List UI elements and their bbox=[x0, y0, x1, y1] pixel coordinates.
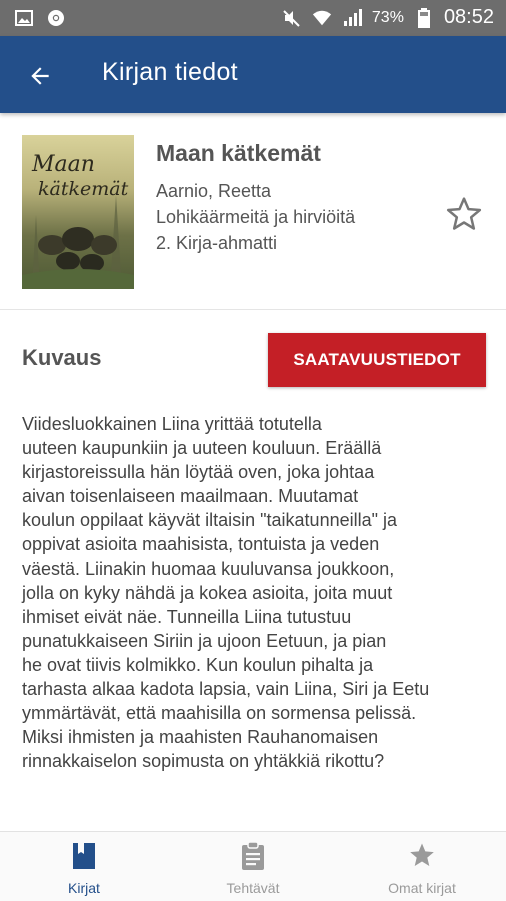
wifi-icon bbox=[312, 8, 332, 28]
availability-button[interactable]: SAATAVUUSTIEDOT bbox=[268, 333, 486, 387]
book-series: Lohikäärmeitä ja hirviöitä bbox=[156, 207, 356, 227]
clipboard-icon bbox=[242, 841, 264, 870]
gallery-icon bbox=[14, 8, 34, 28]
bottom-navigation: Kirjat Tehtävät Omat kirjat bbox=[0, 831, 506, 901]
description-line: kirjastoreissulla hän löytää oven, joka … bbox=[22, 462, 375, 483]
book-series-volume: 2. Kirja-ahmatti bbox=[156, 233, 278, 253]
description-line: koulun oppilaat käyvät iltaisin "taikatu… bbox=[22, 510, 398, 531]
battery-icon bbox=[414, 7, 434, 28]
mute-icon bbox=[282, 8, 302, 28]
description-line: Viidesluokkainen Liina yrittää totutella bbox=[22, 414, 322, 434]
star-icon bbox=[410, 843, 434, 866]
nav-label-tehtavat: Tehtävät bbox=[226, 880, 280, 896]
description-line: rinnakkaiselon sopimusta on yhtäkkiä rik… bbox=[22, 751, 385, 772]
description-line: tarhasta alkaa kadota lapsia, vain Liina… bbox=[22, 679, 430, 700]
book-author: Aarnio, Reetta bbox=[156, 181, 272, 201]
nav-item-omat-kirjat[interactable]: Omat kirjat bbox=[338, 832, 506, 901]
description-text: Viidesluokkainen Liina yrittää totutella… bbox=[22, 412, 494, 773]
back-button[interactable] bbox=[20, 56, 60, 96]
favorite-button[interactable] bbox=[444, 194, 484, 234]
nav-item-tehtavat[interactable]: Tehtävät bbox=[169, 832, 337, 901]
status-bar: 73% 08:52 bbox=[0, 0, 506, 36]
description-line: he ovat tiivis kolmikko. Kun koulun piha… bbox=[22, 654, 374, 675]
description-line: punatukkaiseen Siriin ja ujoon Eetuun, j… bbox=[22, 630, 387, 651]
arrow-back-icon bbox=[31, 67, 49, 85]
cover-title-line1: Maan bbox=[31, 152, 95, 177]
description-line: aivan toisenlaiseen maailmaan. Muutamat bbox=[22, 486, 359, 507]
page-title: Kirjan tiedot bbox=[102, 58, 238, 86]
book-header: Maan kätkemät Maan kätkemät Aarnio, Reet… bbox=[0, 113, 506, 310]
app-bar: Kirjan tiedot bbox=[0, 36, 506, 113]
cover-title-line2: kätkemät bbox=[38, 178, 129, 200]
nav-label-omat-kirjat: Omat kirjat bbox=[388, 880, 456, 896]
description-line: ihmiset eivät näe. Tunneilla Liina tutus… bbox=[22, 606, 352, 627]
nav-item-kirjat[interactable]: Kirjat bbox=[0, 832, 168, 901]
description-line: ymmärtävät, että maahisilla on sormensa … bbox=[22, 703, 417, 724]
clock: 08:52 bbox=[443, 6, 494, 28]
battery-percent: 73% bbox=[371, 8, 404, 26]
description-line: jolla on kyky nähdä ja kokea asioita, jo… bbox=[22, 582, 393, 603]
description-heading: Kuvaus bbox=[22, 345, 102, 370]
book-cover: Maan kätkemät bbox=[22, 135, 134, 289]
nav-label-kirjat: Kirjat bbox=[68, 880, 100, 896]
description-line: uuteen kaupunkiin ja uuteen kouluun. Erä… bbox=[22, 438, 382, 459]
chrome-icon bbox=[46, 8, 66, 28]
book-icon bbox=[73, 843, 95, 869]
description-line: väestä. Liinakin huomaa kuuluvansa joukk… bbox=[22, 558, 395, 579]
book-title: Maan kätkemät bbox=[156, 140, 321, 166]
star-outline-icon bbox=[446, 197, 482, 230]
description-line: Miksi ihmisten ja maahisten Rauhanomaise… bbox=[22, 727, 379, 748]
description-line: oppivat asioita maahisista, tontuista ja… bbox=[22, 534, 380, 555]
signal-icon bbox=[342, 8, 362, 28]
